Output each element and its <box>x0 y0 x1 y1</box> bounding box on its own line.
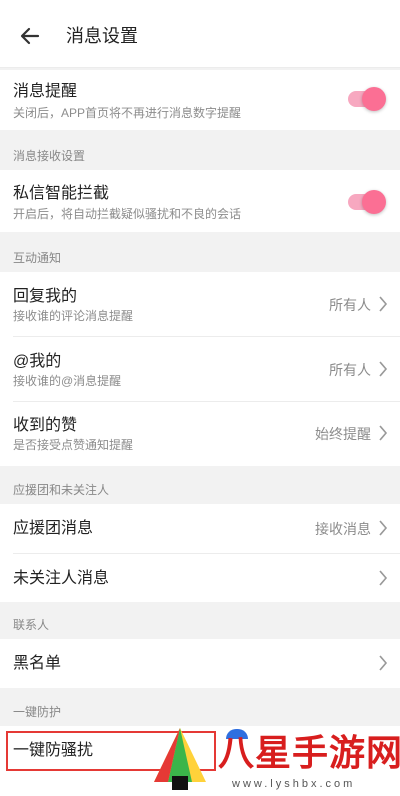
chevron-right-icon <box>379 361 388 377</box>
dm-filter-toggle[interactable] <box>348 190 386 214</box>
toggle-knob <box>362 190 386 214</box>
watermark-text: 八星手游网 <box>218 733 400 774</box>
dm-filter-row: 私信智能拦截 开启后，将自动拦截疑似骚扰和不良的会话 <box>0 170 400 232</box>
stranger-msg-label: 未关注人消息 <box>13 570 110 587</box>
likes-row[interactable]: 收到的赞 是否接受点赞通知提醒 始终提醒 <box>0 402 400 466</box>
chevron-right-icon <box>379 425 388 441</box>
reply-value: 所有人 <box>329 297 371 313</box>
chevron-right-icon <box>379 570 388 586</box>
notify-desc: 关闭后，APP首页将不再进行消息数字提醒 <box>13 106 242 120</box>
notify-toggle[interactable] <box>348 87 386 111</box>
chevron-right-icon <box>379 296 388 312</box>
reply-label: 回复我的 <box>13 288 78 305</box>
support-msg-label: 应援团消息 <box>13 520 94 537</box>
watermark: 八星手游网 www.lyshbx.com <box>150 722 400 796</box>
mention-row[interactable]: @我的 接收谁的@消息提醒 所有人 <box>0 337 400 402</box>
chevron-right-icon <box>379 655 388 671</box>
watermark-url: www.lyshbx.com <box>232 778 356 790</box>
chevron-right-icon <box>379 520 388 536</box>
toggle-knob <box>362 87 386 111</box>
blacklist-row[interactable]: 黑名单 <box>0 639 400 688</box>
mention-desc: 接收谁的@消息提醒 <box>13 374 122 388</box>
mention-label: @我的 <box>13 353 62 370</box>
likes-value: 始终提醒 <box>315 426 371 442</box>
support-msg-value: 接收消息 <box>315 521 371 537</box>
notify-label: 消息提醒 <box>13 83 78 100</box>
dm-filter-desc: 开启后，将自动拦截疑似骚扰和不良的会话 <box>13 207 242 221</box>
dm-filter-label: 私信智能拦截 <box>13 185 110 202</box>
section-interaction: 互动通知 <box>13 251 62 265</box>
section-support: 应援团和未关注人 <box>13 483 110 497</box>
section-contacts: 联系人 <box>13 618 50 632</box>
reply-row[interactable]: 回复我的 接收谁的评论消息提醒 所有人 <box>0 272 400 337</box>
likes-desc: 是否接受点赞通知提醒 <box>13 438 134 452</box>
support-msg-row[interactable]: 应援团消息 接收消息 <box>0 504 400 554</box>
top-bar: 消息设置 <box>0 0 400 68</box>
blacklist-label: 黑名单 <box>13 655 62 672</box>
notify-row: 消息提醒 关闭后，APP首页将不再进行消息数字提醒 <box>0 70 400 130</box>
likes-label: 收到的赞 <box>13 417 78 434</box>
mention-value: 所有人 <box>329 362 371 378</box>
section-receive: 消息接收设置 <box>13 149 86 163</box>
reply-desc: 接收谁的评论消息提醒 <box>13 309 134 323</box>
watermark-logo-icon <box>154 728 206 790</box>
section-protect: 一键防护 <box>13 705 62 719</box>
arrow-left-icon[interactable] <box>18 24 42 48</box>
stranger-msg-row[interactable]: 未关注人消息 <box>0 554 400 602</box>
page-title: 消息设置 <box>66 26 138 46</box>
